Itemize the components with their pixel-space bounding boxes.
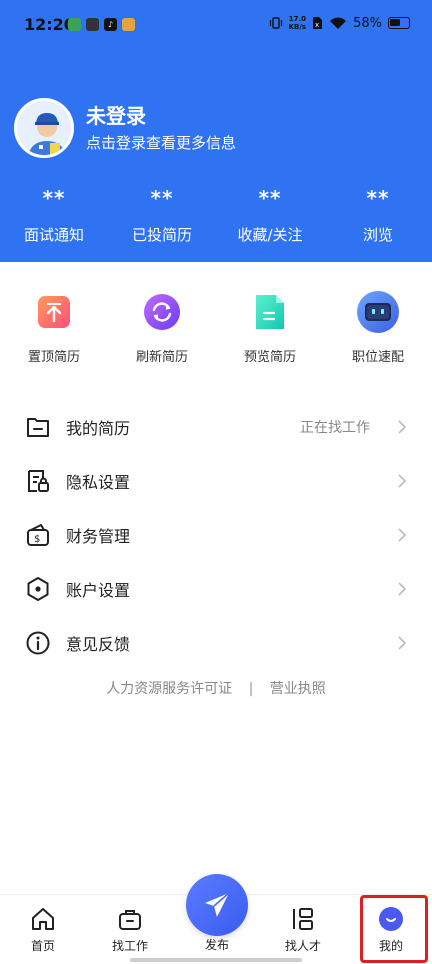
paper-plane-icon (205, 892, 230, 917)
battery-percent: 58% (353, 15, 382, 31)
nav-label: 找工作 (111, 939, 148, 953)
talent-icon (289, 905, 317, 933)
folder-icon (24, 413, 52, 441)
quick-actions: 置顶简历 刷新简历 预览简历 职位速配 (0, 290, 432, 365)
stat-label: 面试通知 (23, 226, 84, 244)
profile-header: 12:20 ♪ 17.0 KB/s x 58% 未登录 点击登录查看更多信息 *… (0, 0, 432, 262)
info-icon (24, 629, 52, 657)
stat-label: 已投简历 (131, 226, 192, 244)
hr-license-link[interactable]: 人力资源服务许可证 (106, 681, 232, 697)
job-status: 正在找工作 (300, 420, 370, 436)
robot-icon (356, 290, 400, 334)
stat-views[interactable]: ** 浏览 (324, 186, 432, 245)
quick-action-label: 置顶简历 (27, 350, 80, 365)
hexagon-settings-icon (24, 575, 52, 603)
nav-home[interactable]: 首页 (8, 905, 78, 954)
publish-label: 发布 (204, 938, 229, 952)
svg-text:x: x (315, 21, 319, 29)
menu-item-feedback[interactable]: 意见反馈 (0, 616, 432, 670)
menu-label: 账户设置 (66, 581, 131, 600)
worker-avatar-icon (17, 101, 71, 155)
chevron-right-icon (396, 527, 408, 543)
stat-applied-resumes[interactable]: ** 已投简历 (108, 186, 216, 245)
menu-label: 意见反馈 (66, 635, 131, 654)
business-license-link[interactable]: 营业执照 (270, 681, 326, 697)
stat-favorites-follows[interactable]: ** 收藏/关注 (216, 186, 324, 245)
avatar[interactable] (14, 98, 74, 158)
nav-label: 找人才 (284, 939, 321, 953)
menu-label: 财务管理 (66, 527, 131, 546)
stat-value: ** (258, 186, 282, 210)
status-right-indicators: 17.0 KB/s x 58% (269, 15, 410, 31)
status-bar: 12:20 ♪ 17.0 KB/s x 58% (0, 0, 432, 50)
net-speed-value: 17.0 (288, 15, 306, 23)
menu-item-account-settings[interactable]: 账户设置 (0, 562, 432, 616)
network-speed: 17.0 KB/s (289, 15, 306, 31)
license-separator: | (248, 681, 254, 697)
login-prompt[interactable]: 点击登录查看更多信息 (86, 132, 236, 153)
vibrate-icon (269, 17, 282, 29)
status-app-icons: ♪ (68, 18, 135, 31)
svg-text:$: $ (34, 534, 40, 545)
user-name[interactable]: 未登录 (86, 100, 146, 129)
quick-action-job-match[interactable]: 职位速配 (324, 290, 432, 365)
app-notification-icon (68, 18, 81, 31)
chevron-right-icon (396, 473, 408, 489)
weibo-icon (122, 18, 135, 31)
quick-action-preview-resume[interactable]: 预览简历 (216, 290, 324, 365)
highlight-box (360, 895, 428, 963)
settings-menu: 我的简历 正在找工作 隐私设置 $ 财务管理 账户设置 意见反馈 (0, 400, 432, 670)
wifi-icon (330, 17, 347, 29)
chevron-right-icon (396, 581, 408, 597)
document-icon (248, 290, 292, 334)
stat-label: 收藏/关注 (237, 226, 303, 244)
stat-label: 浏览 (362, 226, 393, 244)
stat-value: ** (366, 186, 390, 210)
sim-icon: x (313, 17, 323, 29)
app-notification-icon (86, 18, 99, 31)
battery-icon (388, 17, 410, 29)
quick-action-label: 预览简历 (243, 350, 296, 365)
menu-item-finance-management[interactable]: $ 财务管理 (0, 508, 432, 562)
chevron-right-icon (396, 635, 408, 651)
briefcase-icon (116, 905, 144, 933)
stat-value: ** (42, 186, 66, 210)
tiktok-icon: ♪ (104, 18, 117, 31)
menu-item-my-resume[interactable]: 我的简历 正在找工作 (0, 400, 432, 454)
home-indicator (130, 958, 302, 962)
net-speed-unit: KB/s (288, 23, 307, 31)
quick-action-label: 刷新简历 (135, 350, 188, 365)
nav-find-talent[interactable]: 找人才 (268, 905, 338, 954)
publish-button[interactable] (186, 874, 248, 936)
home-icon (29, 905, 57, 933)
menu-label: 我的简历 (66, 419, 131, 438)
menu-item-privacy-settings[interactable]: 隐私设置 (0, 454, 432, 508)
quick-action-refresh-resume[interactable]: 刷新简历 (108, 290, 216, 365)
nav-label: 首页 (30, 939, 55, 953)
menu-label: 隐私设置 (66, 473, 131, 492)
quick-action-label: 职位速配 (351, 350, 404, 365)
chevron-right-icon (396, 419, 408, 435)
stat-value: ** (150, 186, 174, 210)
stat-interview-notices[interactable]: ** 面试通知 (0, 186, 108, 245)
stats-row: ** 面试通知 ** 已投简历 ** 收藏/关注 ** 浏览 (0, 186, 432, 245)
refresh-icon (140, 290, 184, 334)
wallet-icon: $ (24, 521, 52, 549)
quick-action-pin-resume[interactable]: 置顶简历 (0, 290, 108, 365)
nav-find-job[interactable]: 找工作 (95, 905, 165, 954)
lock-document-icon (24, 467, 52, 495)
pin-top-icon (32, 290, 76, 334)
license-links: 人力资源服务许可证 | 营业执照 (0, 678, 432, 698)
